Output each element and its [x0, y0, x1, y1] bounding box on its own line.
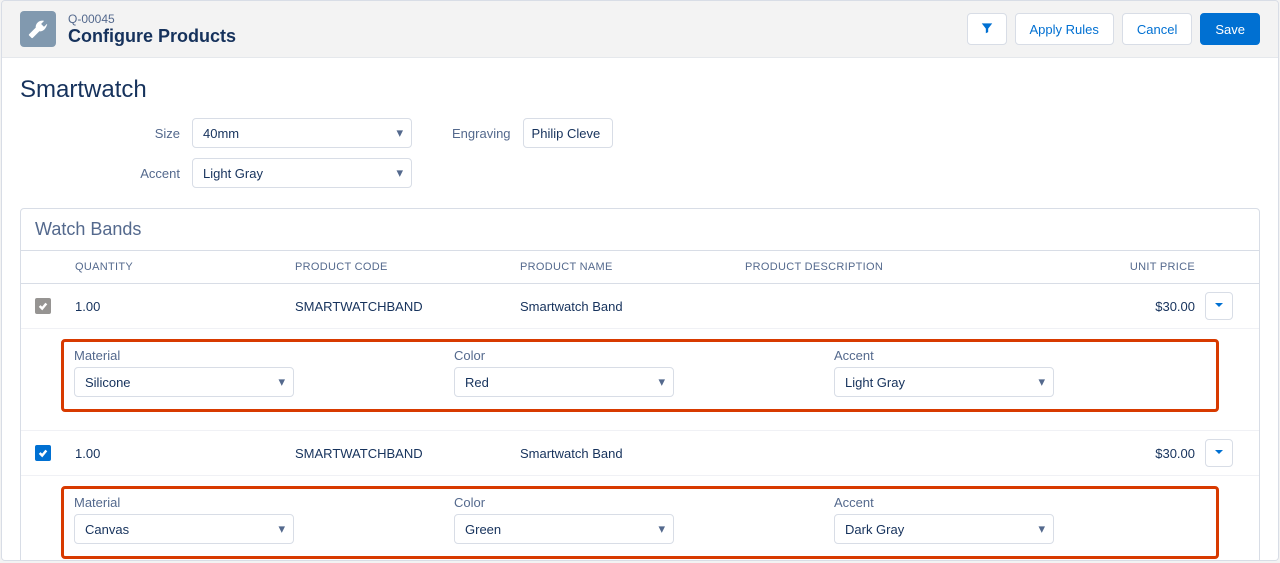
- row-accent-value: Light Gray: [845, 375, 905, 390]
- material-select[interactable]: Silicone ▾: [74, 367, 294, 397]
- table-row: 1.00 SMARTWATCHBAND Smartwatch Band $30.…: [21, 284, 1259, 329]
- caret-down-icon: ▾: [278, 521, 285, 537]
- filter-button[interactable]: [967, 13, 1007, 45]
- size-label: Size: [20, 126, 180, 141]
- material-value: Silicone: [85, 375, 131, 390]
- row-checkbox[interactable]: [35, 298, 51, 314]
- cell-code: SMARTWATCHBAND: [295, 299, 520, 314]
- color-label: Color: [454, 348, 674, 363]
- engraving-input[interactable]: [523, 118, 613, 148]
- table-header-row: QUANTITY PRODUCT CODE PRODUCT NAME PRODU…: [21, 251, 1259, 284]
- header-text: Q-00045 Configure Products: [68, 12, 236, 47]
- table-row: 1.00 SMARTWATCHBAND Smartwatch Band $30.…: [21, 431, 1259, 476]
- size-select[interactable]: 40mm ▾: [192, 118, 412, 148]
- material-label: Material: [74, 348, 294, 363]
- col-quantity: QUANTITY: [75, 261, 295, 273]
- material-select[interactable]: Canvas ▾: [74, 514, 294, 544]
- size-value: 40mm: [203, 126, 239, 141]
- material-label: Material: [74, 495, 294, 510]
- watch-bands-section: Watch Bands QUANTITY PRODUCT CODE PRODUC…: [20, 208, 1260, 561]
- engraving-label: Engraving: [452, 126, 511, 141]
- highlight-box: Material Silicone ▾ Color Red ▾: [61, 339, 1219, 412]
- expand-row-button[interactable]: [1205, 292, 1233, 320]
- color-value: Green: [465, 522, 501, 537]
- wrench-icon: [20, 11, 56, 47]
- product-name-heading: Smartwatch: [2, 72, 1278, 118]
- row-accent-label: Accent: [834, 495, 1054, 510]
- accent-select[interactable]: Light Gray ▾: [192, 158, 412, 188]
- filter-icon: [980, 21, 994, 38]
- caret-down-icon: ▾: [658, 521, 665, 537]
- cell-price: $30.00: [1045, 299, 1205, 314]
- quote-id: Q-00045: [68, 12, 236, 26]
- color-select[interactable]: Green ▾: [454, 514, 674, 544]
- color-label: Color: [454, 495, 674, 510]
- save-button[interactable]: Save: [1200, 13, 1260, 45]
- row-config-panel: Material Canvas ▾ Color Green ▾: [21, 476, 1259, 561]
- section-title: Watch Bands: [21, 209, 1259, 251]
- caret-down-icon: ▾: [396, 165, 403, 181]
- accent-label: Accent: [20, 166, 180, 181]
- col-product-name: PRODUCT NAME: [520, 261, 745, 273]
- col-product-code: PRODUCT CODE: [295, 261, 520, 273]
- row-config-panel: Material Silicone ▾ Color Red ▾: [21, 329, 1259, 431]
- caret-down-icon: ▾: [658, 374, 665, 390]
- caret-down-icon: ▾: [1038, 374, 1045, 390]
- cell-quantity: 1.00: [75, 299, 295, 314]
- row-accent-value: Dark Gray: [845, 522, 904, 537]
- col-unit-price: UNIT PRICE: [1045, 261, 1205, 273]
- color-value: Red: [465, 375, 489, 390]
- color-select[interactable]: Red ▾: [454, 367, 674, 397]
- col-product-description: PRODUCT DESCRIPTION: [745, 261, 1045, 273]
- caret-down-icon: ▾: [278, 374, 285, 390]
- page-title: Configure Products: [68, 26, 236, 47]
- cell-price: $30.00: [1045, 446, 1205, 461]
- row-accent-label: Accent: [834, 348, 1054, 363]
- highlight-box: Material Canvas ▾ Color Green ▾: [61, 486, 1219, 559]
- expand-row-button[interactable]: [1205, 439, 1233, 467]
- material-value: Canvas: [85, 522, 129, 537]
- cell-code: SMARTWATCHBAND: [295, 446, 520, 461]
- caret-down-icon: ▾: [1038, 521, 1045, 537]
- cell-name: Smartwatch Band: [520, 299, 745, 314]
- cell-name: Smartwatch Band: [520, 446, 745, 461]
- row-checkbox[interactable]: [35, 445, 51, 461]
- page-header: Q-00045 Configure Products Apply Rules C…: [2, 1, 1278, 58]
- row-accent-select[interactable]: Dark Gray ▾: [834, 514, 1054, 544]
- cell-quantity: 1.00: [75, 446, 295, 461]
- apply-rules-button[interactable]: Apply Rules: [1015, 13, 1114, 45]
- cancel-button[interactable]: Cancel: [1122, 13, 1192, 45]
- accent-value: Light Gray: [203, 166, 263, 181]
- row-accent-select[interactable]: Light Gray ▾: [834, 367, 1054, 397]
- caret-down-icon: ▾: [396, 125, 403, 141]
- chevron-down-icon: [1213, 299, 1225, 314]
- chevron-down-icon: [1213, 446, 1225, 461]
